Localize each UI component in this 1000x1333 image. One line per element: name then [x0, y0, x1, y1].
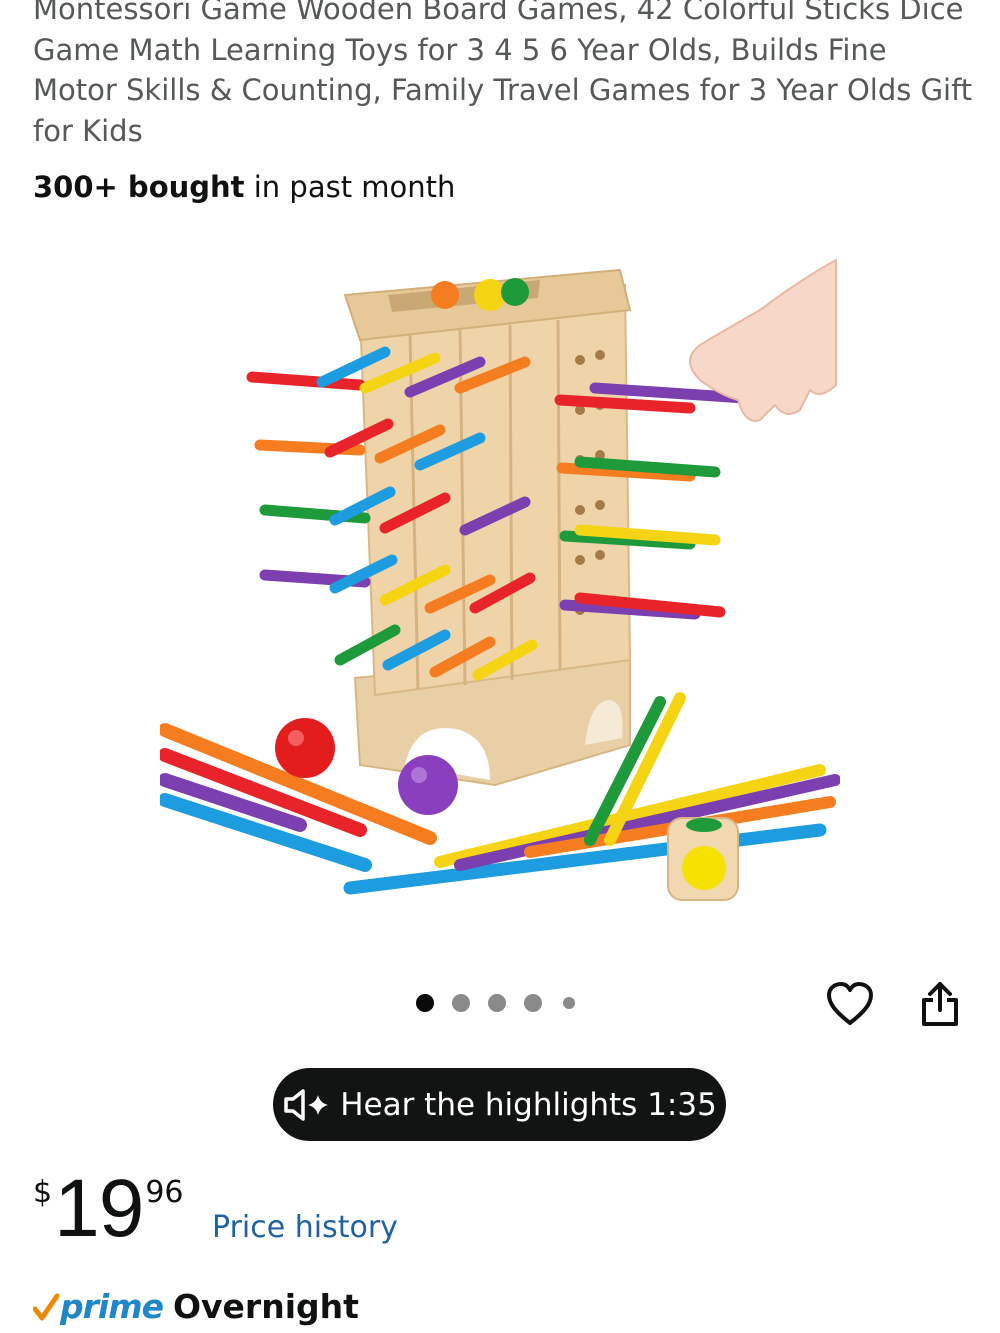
- carousel-dot[interactable]: [452, 994, 470, 1012]
- price-fraction: 96: [145, 1175, 184, 1210]
- bought-count-number: 300+ bought: [33, 170, 245, 204]
- bought-count-suffix: in past month: [244, 170, 456, 204]
- image-carousel-indicator[interactable]: [416, 994, 593, 1012]
- purple-ball: [398, 755, 458, 815]
- favorite-button[interactable]: [822, 976, 878, 1032]
- prime-logo: prime: [60, 1287, 164, 1326]
- bought-count: 300+ bought in past month: [33, 167, 455, 207]
- hear-highlights-label: Hear the highlights 1:35: [340, 1086, 717, 1123]
- red-ball: [275, 718, 335, 778]
- prime-delivery: prime Overnight: [33, 1287, 359, 1326]
- price-history-link[interactable]: Price history: [212, 1210, 398, 1245]
- product-title: Montessori Game Wooden Board Games, 42 C…: [33, 0, 973, 148]
- price: $ 19 96: [33, 1168, 184, 1250]
- product-image[interactable]: [160, 240, 840, 920]
- tower-body: [358, 283, 632, 697]
- carousel-dot[interactable]: [563, 997, 575, 1009]
- share-icon: [922, 982, 958, 1026]
- carousel-dot[interactable]: [524, 994, 542, 1012]
- delivery-speed: Overnight: [172, 1287, 359, 1326]
- prime-check-icon: [33, 1293, 59, 1320]
- heart-icon: [827, 982, 873, 1025]
- hear-highlights-button[interactable]: Hear the highlights 1:35: [273, 1068, 726, 1141]
- carousel-dot-active[interactable]: [416, 994, 434, 1012]
- share-button[interactable]: [912, 976, 968, 1032]
- speaker-sparkle-icon: [284, 1088, 329, 1121]
- price-currency: $: [33, 1175, 53, 1210]
- price-whole: 19: [54, 1163, 144, 1254]
- carousel-dot[interactable]: [488, 994, 506, 1012]
